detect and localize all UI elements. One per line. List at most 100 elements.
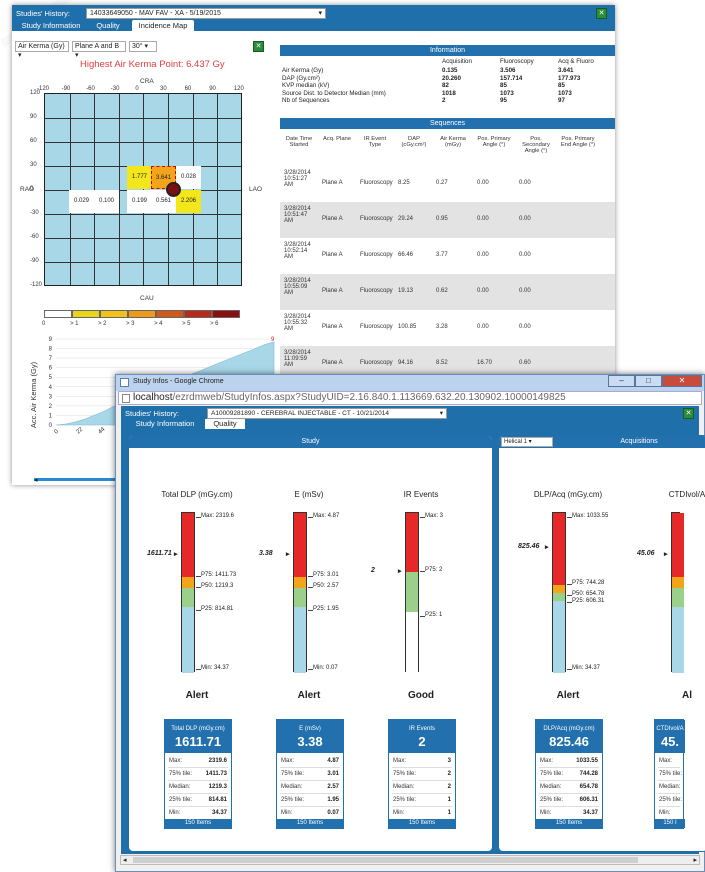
stat-label: 75% tile: (281, 771, 305, 777)
stat-label: 75% tile: (540, 771, 564, 777)
scroll-right-icon[interactable]: ▸ (693, 856, 697, 864)
close-button[interactable]: ✕ (662, 375, 702, 387)
table-cell: 19.13 (398, 288, 414, 294)
row-divider (168, 767, 228, 768)
y-tick-label: 0 (30, 186, 34, 192)
tab-study-information[interactable]: Study Information (127, 419, 203, 429)
row-divider (392, 780, 452, 781)
stat-label: Min: (281, 810, 293, 816)
table-cell: 0.00 (519, 288, 531, 294)
front-header: Studies' History: A10009281890 - CEREBRA… (121, 406, 699, 429)
row-divider (658, 793, 680, 794)
tab-quality[interactable]: Quality (205, 419, 245, 429)
current-value-marker: 2 (371, 567, 375, 575)
y-tick-label: 7 (49, 356, 53, 362)
helical-dropdown[interactable]: Helical 1 ▾ (501, 437, 553, 447)
left-arrow-icon[interactable]: ◂ (34, 476, 38, 484)
page-icon (120, 378, 129, 387)
table-cell: 3.77 (436, 252, 448, 258)
x-tick-label: 60 (184, 86, 192, 92)
y-tick-label: 9 (49, 337, 53, 343)
stat-card: CTDIvol/A 45. Max: 75% tile: Median: 25% tile… (654, 719, 685, 829)
tick-label: P50: 2.57 (313, 583, 339, 590)
tab-study-information[interactable]: Study Information (16, 20, 86, 31)
table-cell: 0.95 (436, 216, 448, 222)
y-tick-label: 5 (49, 375, 53, 381)
table-cell: 0.00 (519, 324, 531, 330)
tab-quality[interactable]: Quality (88, 20, 128, 31)
stat-label: Max: (169, 758, 183, 764)
table-cell: Plane A (322, 360, 343, 366)
seq-col-header: Pos. Primary End Angle (°) (560, 136, 596, 148)
metric-title: E (mSv) (294, 490, 324, 499)
address-bar[interactable]: localhost/ezrdmweb/StudyInfos.aspx?Study… (118, 391, 702, 405)
metric-title: DLP/Acq (mGy.cm) (533, 490, 603, 499)
legend-label: > 2 (98, 321, 107, 327)
stat-label: Median: (659, 784, 681, 790)
status-label: Alert (297, 690, 321, 701)
study-select[interactable]: A10009281890 - CEREBRAL INJECTABLE - CT … (207, 408, 447, 419)
maximize-button[interactable]: □ (635, 375, 662, 387)
study-panel-header: Study (129, 436, 492, 448)
tick-label: P75: 2 (425, 567, 443, 574)
row-divider (539, 767, 599, 768)
row-divider (392, 793, 452, 794)
tick-label: Max: 3 (425, 512, 444, 519)
excel-export-icon[interactable]: ✕ (596, 8, 607, 19)
excel-export-icon[interactable]: ✕ (683, 408, 694, 419)
stat-value: 2 (447, 771, 451, 777)
bar-segment (672, 513, 684, 577)
card-label: Total DLP (mGy.cm) (171, 726, 225, 732)
scroll-thumb[interactable] (133, 857, 638, 863)
excel-export-icon[interactable]: ✕ (253, 41, 264, 52)
card-footer: 150 Items (389, 819, 455, 828)
stat-label: Median: (393, 784, 415, 790)
card-value: 3.38 (297, 734, 323, 749)
angle-dropdown[interactable]: 30° ▾ (129, 41, 157, 52)
stat-value: 1411.73 (205, 771, 227, 777)
percentile-bar (671, 512, 684, 673)
study-select[interactable]: 14033649050 - MAV FAV - XA - 5/19/2015 ▾ (86, 8, 326, 19)
bar-segment (182, 513, 194, 577)
bar-segment (182, 607, 194, 673)
row-divider (168, 780, 228, 781)
info-col-header: Acq & Fluoro (558, 58, 594, 65)
table-cell: 3/28/2014 10:52:14 AM (284, 242, 311, 260)
metric-dropdown[interactable]: Air Kerma (Gy) ▾ (15, 41, 69, 59)
plane-dropdown[interactable]: Plane A and B ▾ (72, 41, 126, 59)
stat-value: 2319.6 (208, 758, 227, 764)
bar-segment (406, 612, 418, 673)
row-divider (539, 793, 599, 794)
info-value: 85 (558, 82, 565, 89)
stat-value: 1 (447, 810, 451, 816)
bar-segment (553, 601, 565, 673)
info-value: 1073 (558, 89, 572, 97)
tick-label: Max: 2319.6 (201, 512, 235, 519)
row-divider (168, 806, 228, 807)
tick-label: Min: 34.37 (572, 664, 601, 671)
table-cell: 0.00 (519, 216, 531, 222)
minimize-button[interactable]: – (608, 375, 635, 387)
info-value: 2 (442, 97, 446, 104)
table-cell: 0.00 (477, 324, 489, 330)
x-tick-label: 30 (160, 86, 167, 92)
stat-card: DLP/Acq (mGy.cm) 825.46 Max: 1033.55 75% til… (535, 719, 603, 829)
bar-segment (672, 577, 684, 589)
info-value: 1018 (442, 89, 456, 97)
current-value-marker: 1611.71 (147, 549, 172, 557)
table-cell: 0.00 (477, 252, 489, 258)
table-cell: Plane A (322, 288, 343, 294)
y-tick-label: 2 (49, 404, 53, 410)
info-value: 95 (500, 97, 507, 104)
information-header: Information (280, 45, 615, 56)
tab-incidence-map[interactable]: Incidence Map (132, 20, 194, 31)
card-value: 45. (660, 734, 680, 749)
card-footer: 150 Items (536, 819, 602, 828)
tick-label: P25: 1 (425, 612, 443, 618)
y-tick-label: 30 (30, 162, 37, 168)
bar-segment (294, 577, 306, 589)
scroll-left-icon[interactable]: ◂ (123, 856, 127, 864)
info-value: 85 (500, 82, 507, 89)
horizontal-scrollbar[interactable]: ◂ ▸ (120, 855, 700, 865)
tick-label: Max: 4.87 (313, 512, 340, 519)
